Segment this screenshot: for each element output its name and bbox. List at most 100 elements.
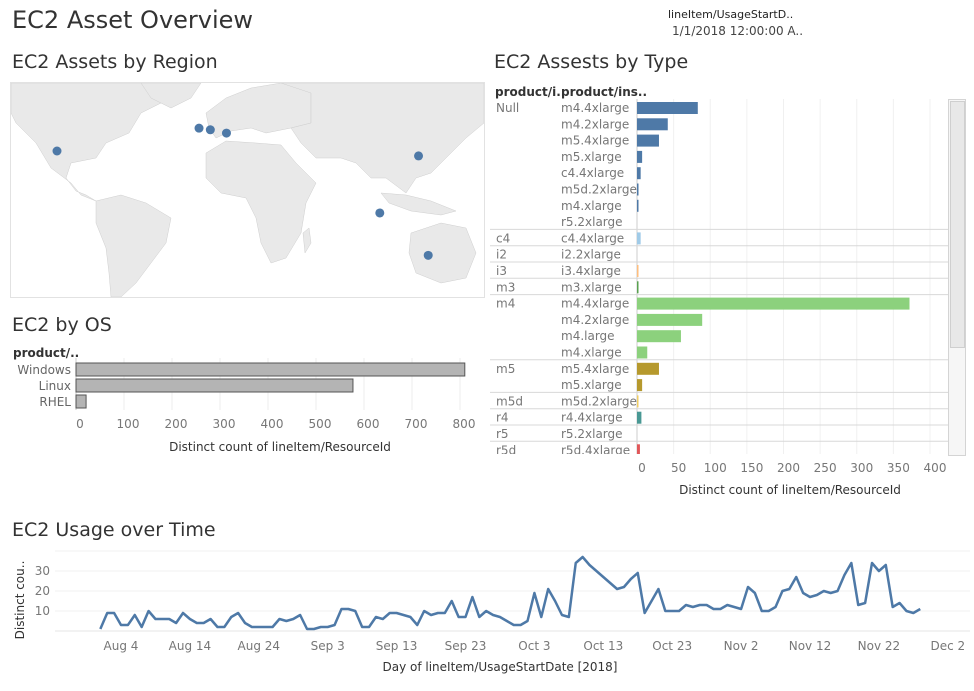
type-bar-null-m5.4xlarge[interactable]	[637, 134, 659, 147]
land-madagascar	[302, 227, 312, 254]
type-bar-null-m5d.2xlarge[interactable]	[637, 183, 639, 196]
usage-x-tick: Dec 2	[930, 639, 965, 653]
map-point-us-east[interactable]	[52, 146, 62, 156]
type-x-tick: 400	[924, 461, 947, 475]
os-chart-title: EC2 by OS	[12, 314, 112, 336]
date-filter-value[interactable]: 1/1/2018 12:00:00 A..	[672, 24, 803, 38]
type-instance-label: m4.large	[561, 329, 615, 343]
type-instance-label: r5.2xlarge	[561, 427, 623, 441]
usage-line-chart: 10 20 30 Aug 4 Aug 14 Aug 24 Sep 3 Sep 13 Sep 23…	[13, 550, 970, 674]
type-bar-m4-m4.4xlarge[interactable]	[637, 297, 910, 310]
usage-x-tick: Nov 22	[858, 639, 901, 653]
land-indonesia	[380, 192, 457, 216]
type-group-label: i3	[496, 264, 507, 278]
map-title: EC2 Assets by Region	[12, 51, 218, 73]
type-instance-label: r5d.4xlarge	[561, 443, 630, 454]
usage-x-tick: Sep 13	[376, 639, 418, 653]
type-instance-label: m4.4xlarge	[561, 101, 629, 115]
type-bar-c4-c4.4xlarge[interactable]	[637, 232, 641, 245]
type-bar-m5d-m5d.2xlarge[interactable]	[637, 395, 639, 408]
os-x-tick: 0	[76, 417, 84, 431]
type-bar-m5-m5.4xlarge[interactable]	[637, 362, 659, 375]
usage-x-tick: Aug 14	[169, 639, 212, 653]
type-instance-label: m4.2xlarge	[561, 117, 629, 131]
type-bar-m4-m4.large[interactable]	[637, 330, 681, 343]
land-south-america	[95, 194, 172, 297]
type-bar-null-c4.4xlarge[interactable]	[637, 167, 641, 180]
usage-x-tick: Aug 24	[238, 639, 281, 653]
type-instance-label: m4.4xlarge	[561, 297, 629, 311]
type-instance-label: m3.xlarge	[561, 280, 622, 294]
type-x-tick: 200	[777, 461, 800, 475]
type-instance-label: m4.xlarge	[561, 199, 622, 213]
os-bar-windows[interactable]	[75, 362, 466, 377]
map-point-eu-west-2[interactable]	[205, 125, 215, 135]
type-group-label: r5d	[496, 443, 516, 454]
type-chart-scrollbar[interactable]	[948, 99, 966, 456]
usage-x-axis-title: Day of lineItem/UsageStartDate [2018]	[382, 660, 617, 674]
type-group-label: m4	[496, 297, 515, 311]
type-instance-label: m5.4xlarge	[561, 362, 629, 376]
os-bar-linux[interactable]	[75, 378, 354, 393]
usage-chart-title: EC2 Usage over Time	[12, 519, 216, 541]
map-point-eu-central-1[interactable]	[221, 128, 231, 138]
type-bar-m4-m4.xlarge[interactable]	[637, 346, 648, 359]
usage-x-tick: Oct 3	[518, 639, 550, 653]
type-bar-r5d-r5d.4xlarge[interactable]	[637, 444, 640, 454]
type-row-header-family: product/i..	[495, 85, 566, 99]
type-bar-m3-m3.xlarge[interactable]	[637, 281, 639, 294]
map-point-eu-west-1[interactable]	[194, 123, 204, 133]
region-map[interactable]	[10, 82, 485, 298]
type-x-tick: 150	[740, 461, 763, 475]
land-masses	[11, 83, 484, 297]
type-group-label: i2	[496, 248, 507, 262]
type-x-tick: 350	[887, 461, 910, 475]
os-x-tick: 400	[261, 417, 284, 431]
type-group-label: m3	[496, 280, 515, 294]
world-map[interactable]	[11, 83, 484, 297]
type-group-label: m5d	[496, 394, 523, 408]
type-instance-label: c4.4xlarge	[561, 166, 624, 180]
usage-x-tick: Nov 12	[789, 639, 832, 653]
os-category-label: RHEL	[39, 395, 71, 409]
land-asia	[280, 83, 484, 194]
type-bar-null-m4.xlarge[interactable]	[637, 199, 639, 212]
map-point-ap-northeast[interactable]	[414, 151, 424, 161]
type-group-label: r4	[496, 411, 509, 425]
usage-x-tick: Oct 23	[652, 639, 692, 653]
type-bar-r4-r4.4xlarge[interactable]	[637, 411, 642, 424]
os-bar-rhel[interactable]	[75, 394, 87, 409]
usage-series-line[interactable]	[99, 555, 921, 631]
os-category-label: Linux	[39, 379, 71, 393]
land-africa	[205, 140, 317, 264]
type-instance-label: m4.xlarge	[561, 346, 622, 360]
land-australia	[408, 222, 477, 284]
map-point-ap-southeast-2[interactable]	[423, 250, 433, 260]
map-point-ap-southeast-1[interactable]	[375, 208, 385, 218]
type-group-label: m5	[496, 362, 515, 376]
type-x-tick: 50	[671, 461, 686, 475]
usage-x-tick: Aug 4	[104, 639, 139, 653]
usage-y-tick: 10	[35, 604, 50, 618]
type-group-label: r5	[496, 427, 509, 441]
os-x-tick: 500	[309, 417, 332, 431]
usage-y-axis-title: Distinct cou..	[13, 561, 27, 640]
land-north-america	[11, 83, 172, 202]
scrollbar-thumb[interactable]	[950, 101, 965, 348]
type-bar-null-m4.2xlarge[interactable]	[637, 118, 668, 131]
os-x-axis-title: Distinct count of lineItem/ResourceId	[169, 440, 391, 454]
usage-y-tick: 30	[35, 564, 50, 578]
type-bar-i3-i3.4xlarge[interactable]	[637, 265, 639, 277]
os-x-tick: 800	[453, 417, 476, 431]
type-instance-label: c4.4xlarge	[561, 231, 624, 245]
type-bar-m5-m5.xlarge[interactable]	[637, 379, 643, 392]
date-filter-label: lineItem/UsageStartD..	[668, 8, 794, 21]
os-x-tick: 100	[117, 417, 140, 431]
usage-x-tick: Nov 2	[724, 639, 759, 653]
type-bar-chart: Null m4.4xlarge m4.2xlarge m5.4xlarge m5.xla…	[490, 99, 948, 454]
type-chart-viewport[interactable]: Null m4.4xlarge m4.2xlarge m5.4xlarge m5.xla…	[490, 99, 950, 454]
type-instance-label: m4.2xlarge	[561, 313, 629, 327]
type-bar-m4-m4.2xlarge[interactable]	[637, 313, 703, 326]
type-bar-null-m5.xlarge[interactable]	[637, 150, 643, 163]
type-bar-null-m4.4xlarge[interactable]	[637, 102, 698, 114]
